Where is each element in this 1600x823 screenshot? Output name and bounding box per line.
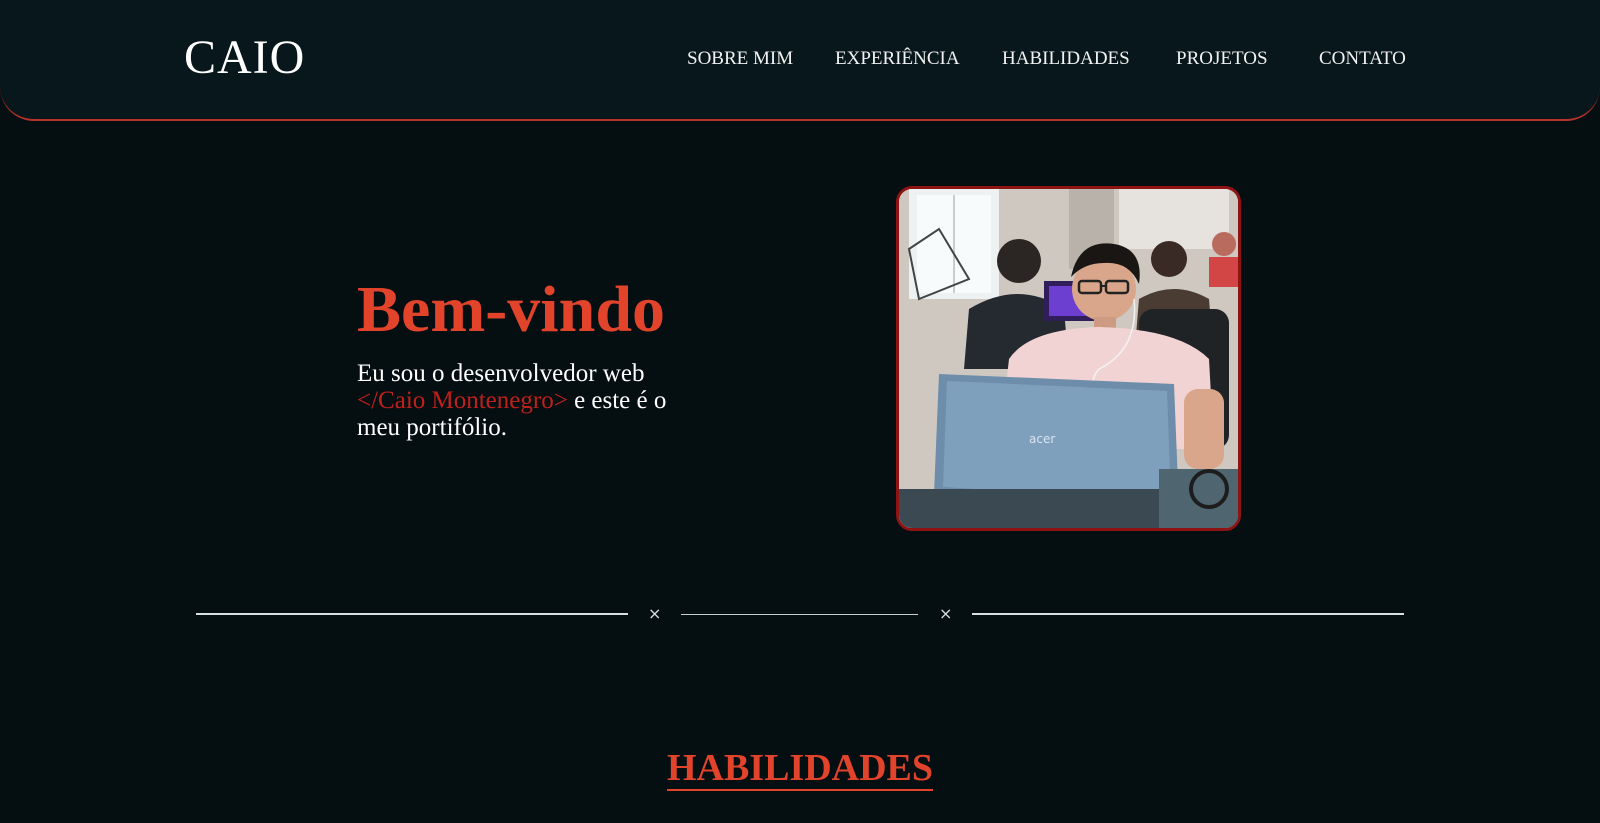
svg-text:acer: acer — [1029, 432, 1055, 446]
skills-section-title: HABILIDADES — [0, 746, 1600, 791]
hero-title: Bem-vindo — [357, 273, 666, 346]
nav-sobre-mim[interactable]: SOBRE MIM — [687, 48, 793, 70]
skills-title-text: HABILIDADES — [666, 747, 934, 791]
site-logo[interactable]: CAIO — [184, 30, 305, 85]
nav-experiencia[interactable]: EXPERIÊNCIA — [835, 48, 960, 70]
hero-name-highlight: </Caio Montenegro> — [357, 387, 568, 414]
nav-habilidades[interactable]: HABILIDADES — [1002, 48, 1130, 70]
divider-line-left — [196, 613, 628, 615]
profile-photo: acer — [896, 186, 1241, 531]
divider-line-right — [972, 613, 1404, 615]
site-header: CAIO SOBRE MIM EXPERIÊNCIA HABILIDADES P… — [0, 0, 1600, 121]
divider-x-icon: × — [648, 604, 662, 623]
hero-text-before: Eu sou o desenvolvedor web — [357, 360, 645, 387]
hero-description: Eu sou o desenvolvedor web </Caio Monten… — [357, 360, 687, 441]
nav-contato[interactable]: CONTATO — [1319, 48, 1406, 70]
nav-projetos[interactable]: PROJETOS — [1176, 48, 1268, 70]
divider-x-icon: × — [939, 604, 953, 623]
divider-line-middle — [681, 614, 918, 615]
developer-photo-icon: acer — [899, 189, 1238, 528]
